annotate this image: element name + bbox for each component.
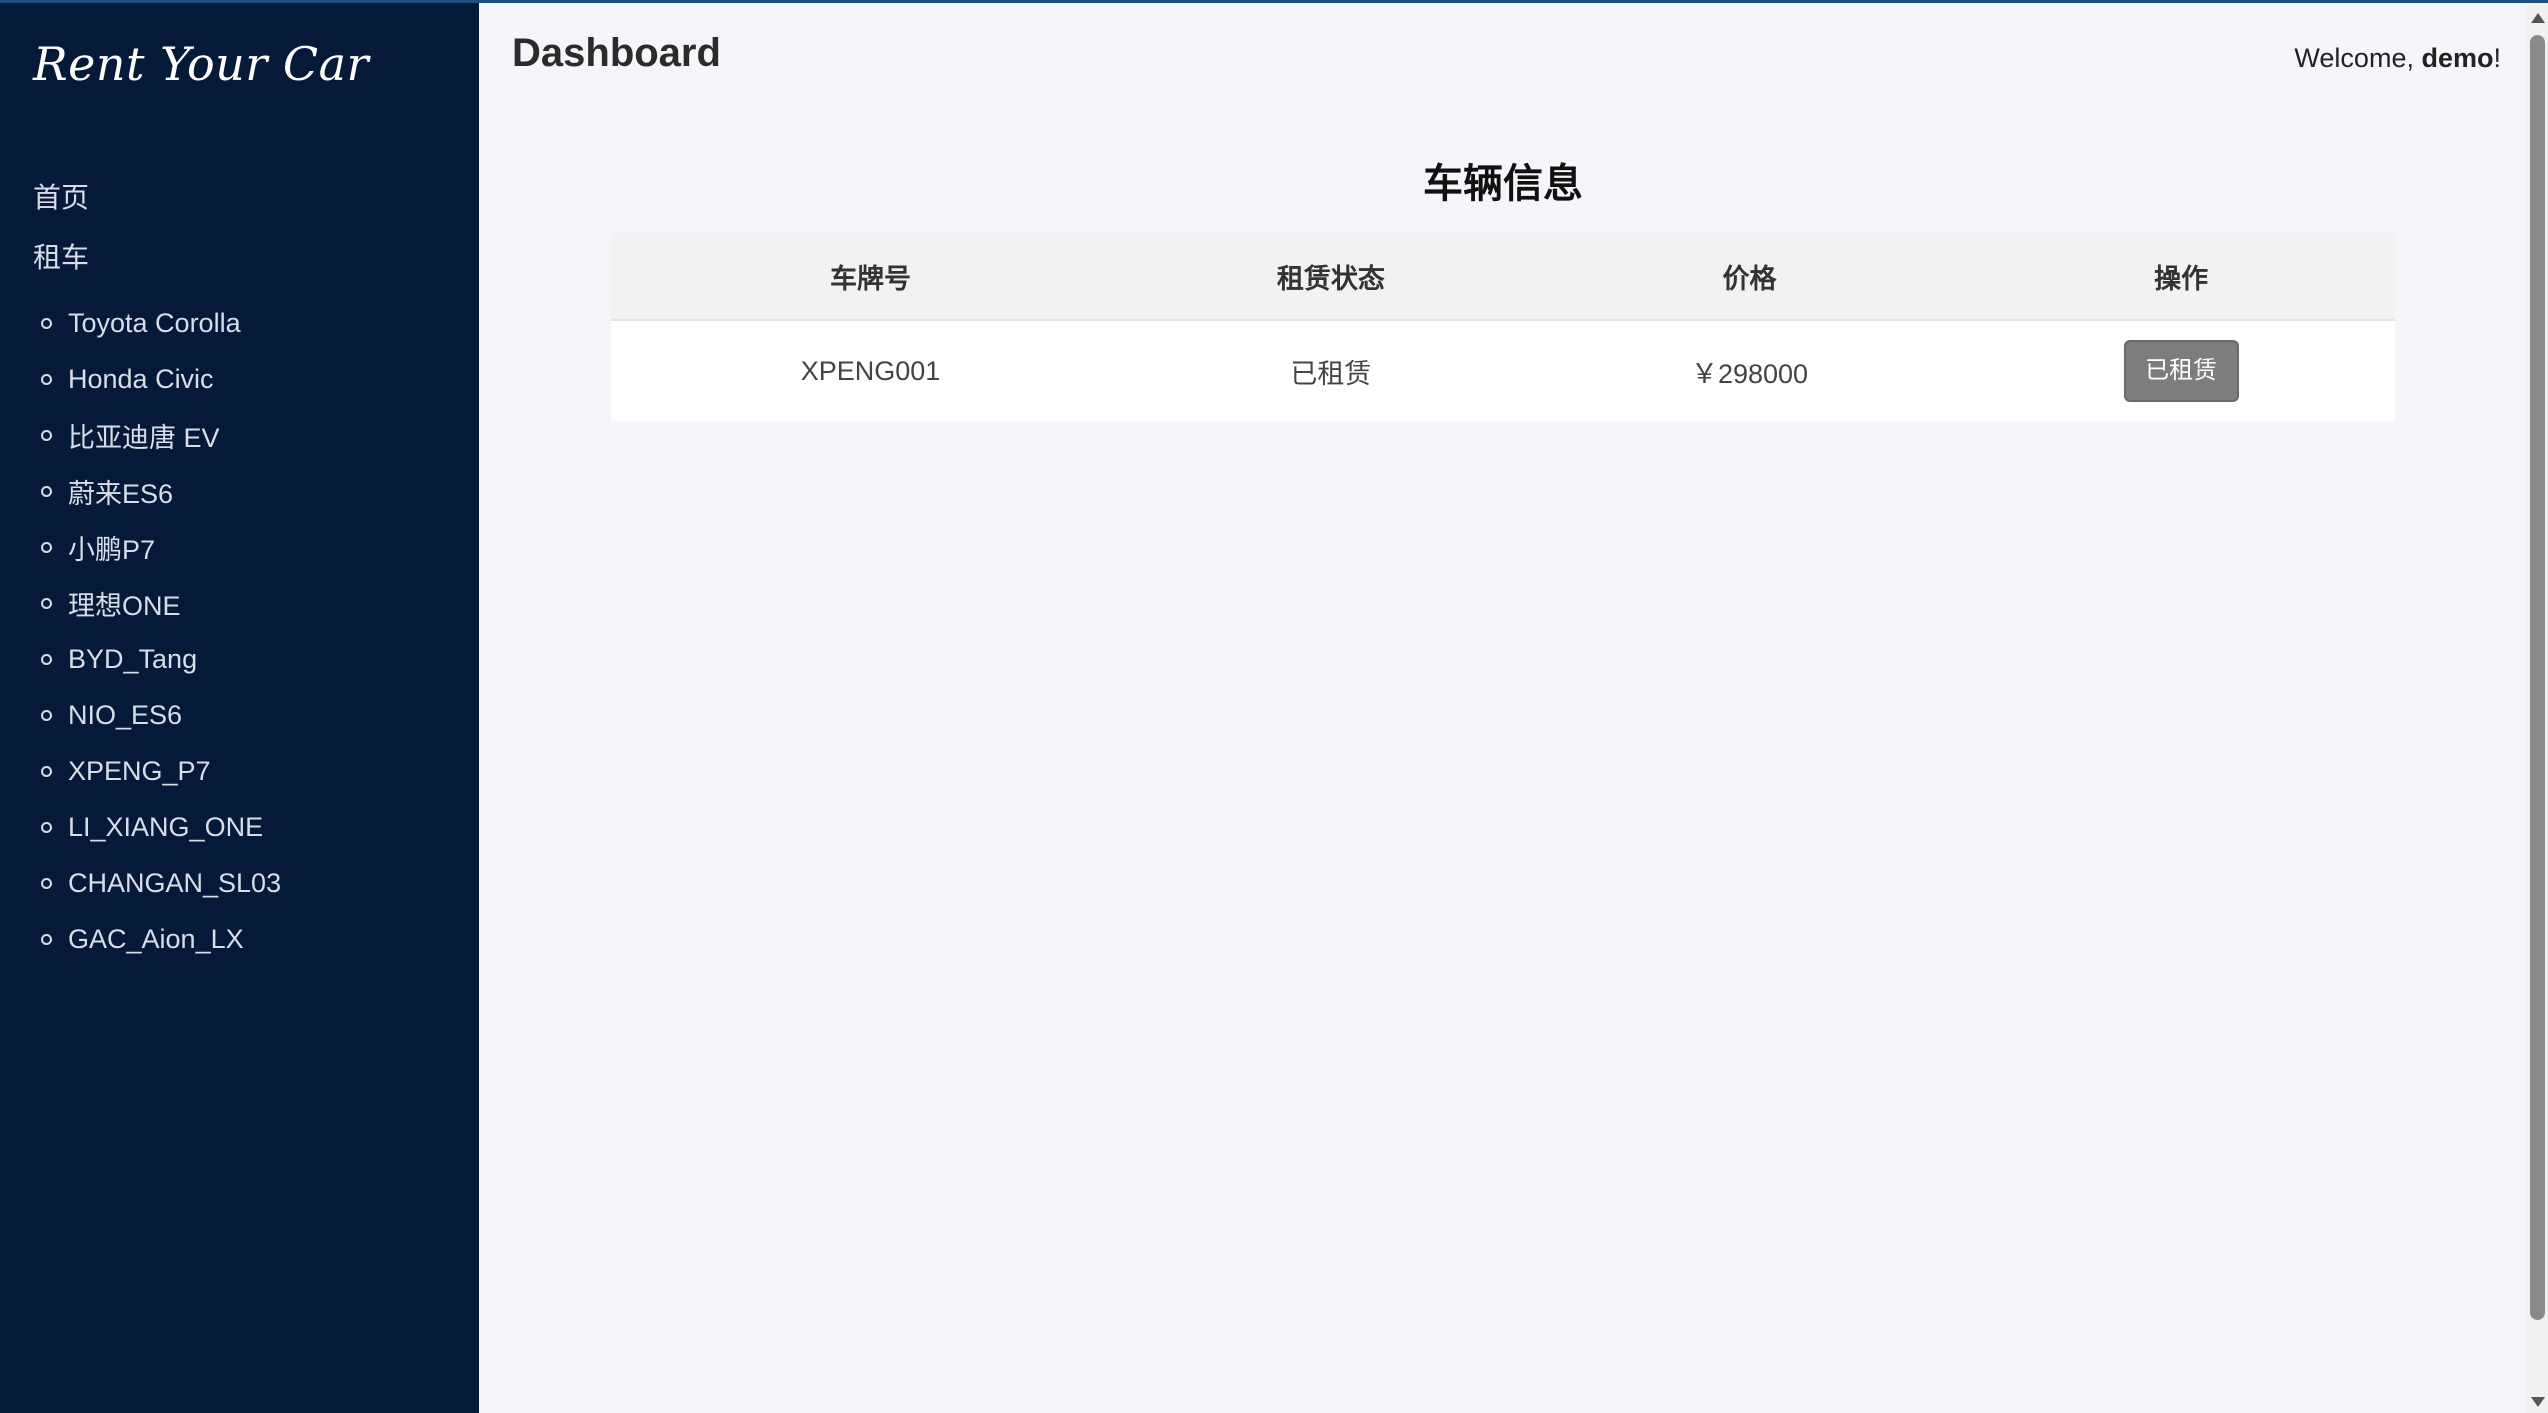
main-content: Dashboard Welcome, demo! 车辆信息 车牌号 租赁状态 价… — [479, 3, 2527, 1413]
bullet-icon — [41, 485, 52, 497]
bullet-icon — [41, 541, 52, 553]
sidebar-car-label: CHANGAN_SL03 — [68, 867, 282, 898]
scroll-up-arrow-icon[interactable] — [2531, 13, 2545, 23]
sidebar-car-item[interactable]: GAC_Aion_LX — [41, 911, 281, 967]
bullet-icon — [41, 597, 52, 609]
scrollbar-thumb[interactable] — [2530, 35, 2545, 1320]
sidebar-car-label: 蔚来ES6 — [68, 478, 174, 509]
sidebar-car-label: BYD_Tang — [68, 643, 198, 674]
sidebar-car-item[interactable]: LI_XIANG_ONE — [41, 799, 281, 855]
cell-price: ￥298000 — [1531, 320, 1968, 421]
sidebar-car-label: XPENG_P7 — [68, 755, 211, 786]
vertical-scrollbar[interactable] — [2527, 3, 2548, 1413]
column-header-plate: 车牌号 — [611, 233, 1131, 321]
bullet-icon — [41, 373, 52, 385]
welcome-suffix: ! — [2493, 43, 2501, 73]
sidebar-car-label: 小鹏P7 — [68, 534, 156, 565]
car-list: Toyota Corolla Honda Civic 比亚迪唐 EV 蔚来ES6… — [41, 295, 281, 967]
sidebar-car-item[interactable]: NIO_ES6 — [41, 687, 281, 743]
bullet-icon — [41, 877, 52, 889]
bullet-icon — [41, 709, 52, 721]
sidebar-car-item[interactable]: Honda Civic — [41, 351, 281, 407]
cell-plate: XPENG001 — [611, 320, 1131, 421]
cell-action: 已租赁 — [1967, 320, 2395, 421]
page-title: Dashboard — [512, 31, 721, 75]
sidebar-item-rent[interactable]: 租车 — [33, 235, 281, 295]
sidebar-car-label: 理想ONE — [68, 590, 181, 621]
sidebar-car-label: GAC_Aion_LX — [68, 923, 244, 954]
welcome-message: Welcome, demo! — [2294, 43, 2501, 74]
sidebar-car-item[interactable]: 蔚来ES6 — [41, 463, 281, 519]
brand-logo[interactable]: Rent Your Car — [33, 37, 369, 91]
sidebar-car-item[interactable]: CHANGAN_SL03 — [41, 855, 281, 911]
bullet-icon — [41, 933, 52, 945]
scroll-down-arrow-icon[interactable] — [2531, 1397, 2545, 1407]
sidebar-car-label: NIO_ES6 — [68, 699, 183, 730]
sidebar-car-item[interactable]: 比亚迪唐 EV — [41, 407, 281, 463]
sidebar-item-home[interactable]: 首页 — [33, 175, 281, 235]
column-header-price: 价格 — [1531, 233, 1968, 321]
bullet-icon — [41, 765, 52, 777]
sidebar-car-label: Honda Civic — [68, 363, 214, 394]
sidebar-nav: 首页 租车 Toyota Corolla Honda Civic 比亚迪唐 EV… — [33, 175, 281, 967]
table-header-row: 车牌号 租赁状态 价格 操作 — [611, 233, 2395, 321]
bullet-icon — [41, 429, 52, 441]
sidebar-car-label: LI_XIANG_ONE — [68, 811, 264, 842]
table-row: XPENG001 已租赁 ￥298000 已租赁 — [611, 320, 2395, 421]
sidebar-car-item[interactable]: 理想ONE — [41, 575, 281, 631]
sidebar-car-item[interactable]: Toyota Corolla — [41, 295, 281, 351]
vehicle-table: 车牌号 租赁状态 价格 操作 XPENG001 已租赁 ￥298000 已租赁 — [611, 233, 2395, 421]
bullet-icon — [41, 821, 52, 833]
bullet-icon — [41, 653, 52, 665]
column-header-action: 操作 — [1967, 233, 2395, 321]
welcome-prefix: Welcome, — [2294, 43, 2422, 73]
sidebar-car-label: Toyota Corolla — [68, 307, 241, 338]
sidebar: Rent Your Car 首页 租车 Toyota Corolla Honda… — [0, 3, 479, 1413]
sidebar-car-item[interactable]: BYD_Tang — [41, 631, 281, 687]
sidebar-car-item[interactable]: 小鹏P7 — [41, 519, 281, 575]
username: demo — [2421, 43, 2494, 73]
cell-status: 已租赁 — [1130, 320, 1532, 421]
sidebar-car-label: 比亚迪唐 EV — [68, 422, 220, 453]
bullet-icon — [41, 317, 52, 329]
rented-button[interactable]: 已租赁 — [2123, 340, 2239, 402]
sidebar-car-item[interactable]: XPENG_P7 — [41, 743, 281, 799]
column-header-status: 租赁状态 — [1130, 233, 1532, 321]
section-title: 车辆信息 — [1423, 162, 1583, 206]
